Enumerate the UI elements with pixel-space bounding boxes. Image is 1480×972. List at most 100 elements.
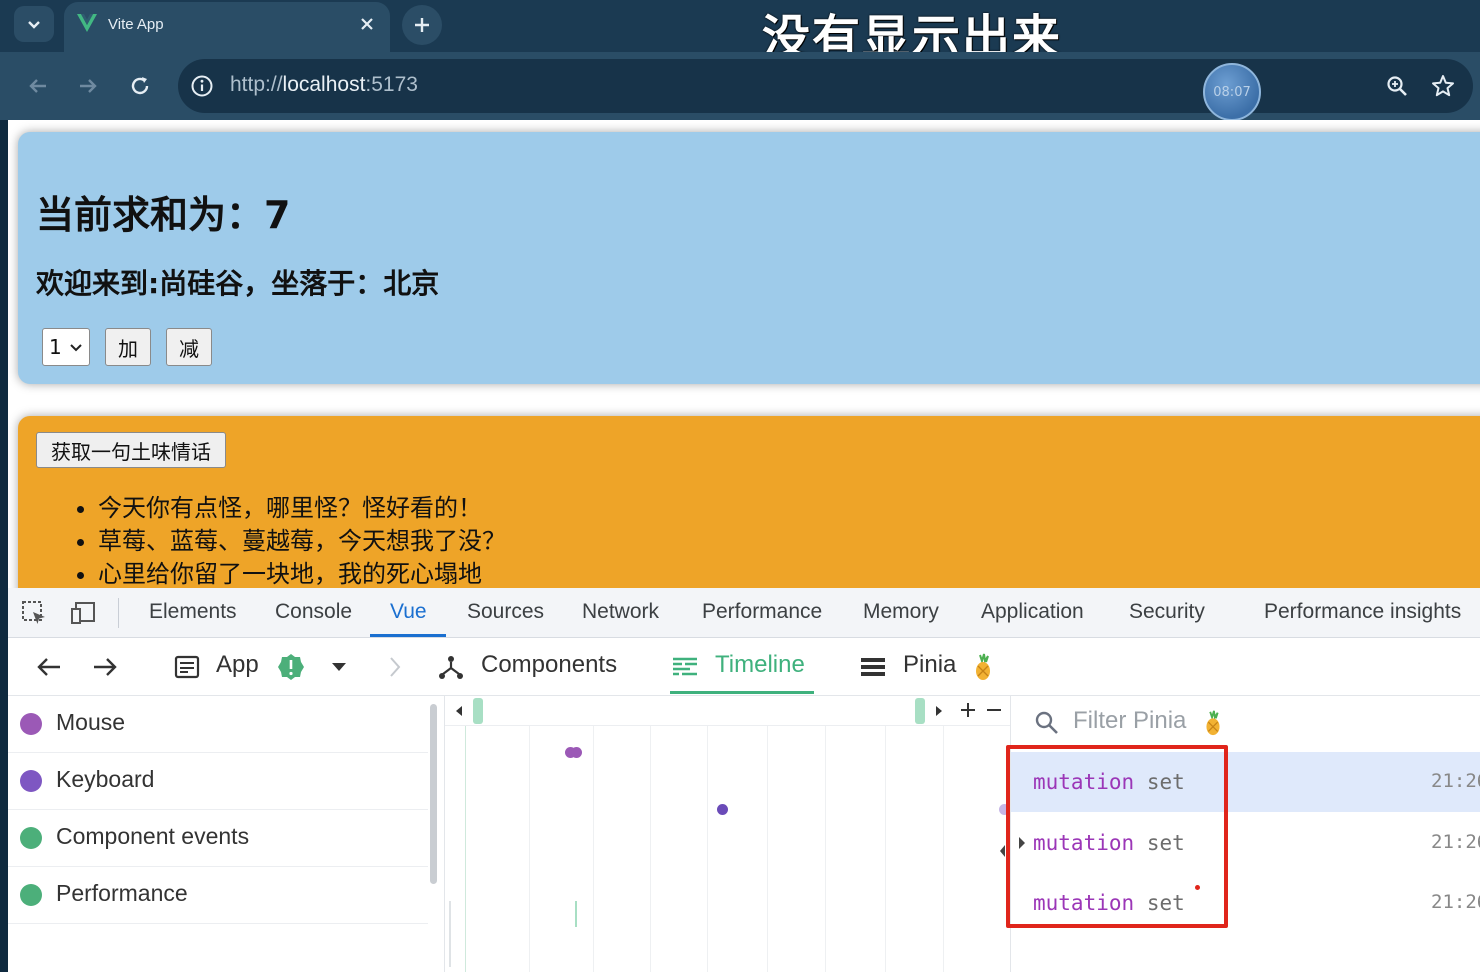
- layers-scrollbar[interactable]: [430, 704, 437, 884]
- layer-component-events[interactable]: Component events: [8, 810, 428, 867]
- app-selector[interactable]: App: [216, 651, 259, 679]
- zoom-in-icon[interactable]: [957, 699, 979, 721]
- pinia-event-row[interactable]: mutation set 21:26: [1011, 873, 1480, 933]
- layer-color-dot: [20, 770, 42, 792]
- bookmark-star-icon[interactable]: [1430, 73, 1456, 99]
- range-start-handle[interactable]: [473, 698, 483, 724]
- event-time: 21:26: [1431, 770, 1480, 792]
- page-viewport: 当前求和为：7 欢迎来到:尚硅谷，坐落于：北京 1 加 减 获取一句土味情话 今…: [8, 120, 1480, 616]
- list-item: 草莓、蓝莓、蔓越莓，今天想我了没？: [98, 525, 506, 558]
- list-item: 心里给你留了一块地，我的死心塌地: [98, 558, 506, 591]
- pinia-event-list: Filter Pinia mutation set 21:26 mutation…: [1010, 696, 1480, 972]
- plus-icon: [415, 18, 429, 32]
- collapse-handle-icon[interactable]: [997, 842, 1009, 860]
- gridline: [767, 726, 768, 972]
- tab-elements[interactable]: Elements: [149, 600, 237, 624]
- tab-application[interactable]: Application: [981, 600, 1084, 624]
- caret-right-icon[interactable]: [933, 704, 945, 718]
- tab-vue[interactable]: Vue: [390, 600, 427, 624]
- browser-tab[interactable]: Vite App: [64, 2, 390, 52]
- pinia-event-row[interactable]: mutation set 21:26: [1011, 752, 1480, 812]
- list-icon: [861, 658, 885, 676]
- layer-label: Mouse: [56, 709, 126, 735]
- tab-memory[interactable]: Memory: [863, 600, 939, 624]
- zoom-icon[interactable]: [1384, 73, 1410, 99]
- pinia-event-row[interactable]: mutation set 21:26: [1011, 813, 1480, 873]
- gridline: [825, 726, 826, 972]
- chevron-down-icon: [70, 344, 82, 352]
- timeline-range-bar: [445, 696, 1011, 726]
- cursor-marker: [1195, 885, 1200, 890]
- keyboard-event-dot[interactable]: [717, 804, 728, 815]
- layer-keyboard[interactable]: Keyboard: [8, 753, 428, 810]
- back-button[interactable]: [22, 70, 54, 102]
- caret-left-icon[interactable]: [453, 704, 465, 718]
- zoom-out-icon[interactable]: [983, 699, 1005, 721]
- minus-button[interactable]: 减: [166, 328, 212, 366]
- layer-label: Performance: [56, 880, 188, 906]
- arrow-right-icon[interactable]: [90, 652, 120, 682]
- tab-console[interactable]: Console: [275, 600, 352, 624]
- gridline: [593, 726, 594, 972]
- layer-label: Component events: [56, 823, 250, 849]
- tab-search-button[interactable]: [14, 6, 54, 42]
- count-card: 当前求和为：7 欢迎来到:尚硅谷，坐落于：北京 1 加 减: [18, 132, 1480, 384]
- devtools-panel: Elements Console Vue Sources Network Per…: [8, 588, 1480, 972]
- mouse-event-dot[interactable]: [571, 747, 582, 758]
- layer-color-dot: [20, 827, 42, 849]
- forward-button[interactable]: [72, 70, 104, 102]
- love-talk-card: 获取一句土味情话 今天你有点怪，哪里怪？怪好看的！ 草莓、蓝莓、蔓越莓，今天想我…: [18, 416, 1480, 616]
- chevron-right-icon: [390, 657, 401, 677]
- tab-performance[interactable]: Performance: [702, 600, 822, 624]
- filter-pinia-field[interactable]: Filter Pinia: [1011, 696, 1480, 750]
- reload-button[interactable]: [124, 70, 156, 102]
- gridline: [465, 726, 466, 972]
- tab-performance-insights[interactable]: Performance insights: [1264, 600, 1461, 624]
- add-button[interactable]: 加: [105, 328, 151, 366]
- sum-heading: 当前求和为：7: [36, 193, 291, 237]
- arrow-left-icon[interactable]: [34, 652, 64, 682]
- get-love-talk-button[interactable]: 获取一句土味情话: [36, 432, 226, 468]
- gridline: [943, 726, 944, 972]
- inspect-element-icon[interactable]: [20, 599, 48, 627]
- arrow-right-icon: [80, 79, 97, 93]
- gridline: [707, 726, 708, 972]
- address-bar[interactable]: http://localhost:5173 08:07: [178, 59, 1473, 121]
- url-text[interactable]: http://localhost:5173: [230, 73, 418, 97]
- tab-network[interactable]: Network: [582, 600, 659, 624]
- caret-down-icon[interactable]: [324, 652, 354, 682]
- tab-pinia[interactable]: Pinia: [903, 651, 956, 679]
- caret-right-icon: [1019, 837, 1025, 849]
- event-label: mutation set: [1033, 891, 1185, 915]
- new-tab-button[interactable]: [402, 5, 442, 45]
- step-select[interactable]: 1: [42, 328, 90, 366]
- info-icon[interactable]: [190, 74, 214, 98]
- welcome-heading: 欢迎来到:尚硅谷，坐落于：北京: [36, 267, 440, 300]
- reload-icon: [131, 77, 149, 95]
- search-icon: [1035, 711, 1058, 734]
- layer-performance[interactable]: Performance: [8, 867, 428, 924]
- gridline: [885, 726, 886, 972]
- tab-components[interactable]: Components: [481, 651, 617, 679]
- pineapple-icon: [1206, 710, 1220, 736]
- filter-placeholder: Filter Pinia: [1073, 707, 1187, 734]
- tab-timeline[interactable]: Timeline: [715, 651, 805, 679]
- event-time: 21:26: [1431, 891, 1480, 913]
- divider: [118, 598, 119, 628]
- layer-color-dot: [20, 884, 42, 906]
- arrow-left-icon: [29, 79, 46, 93]
- performance-marker[interactable]: [575, 901, 577, 927]
- timeline-canvas[interactable]: [444, 696, 1011, 972]
- layer-color-dot: [20, 713, 42, 735]
- performance-marker: [449, 901, 451, 967]
- close-icon[interactable]: [356, 13, 378, 35]
- keyboard-event-dot[interactable]: [999, 804, 1010, 815]
- timeline-layers-list: Mouse Keyboard Component events Performa…: [8, 696, 444, 972]
- range-end-handle[interactable]: [915, 698, 925, 724]
- app-window-icon: [174, 655, 200, 679]
- layer-mouse[interactable]: Mouse: [8, 696, 428, 753]
- device-toolbar-icon[interactable]: [70, 599, 98, 627]
- tab-sources[interactable]: Sources: [467, 600, 544, 624]
- tab-security[interactable]: Security: [1129, 600, 1205, 624]
- recording-timer: 08:07: [1203, 63, 1261, 121]
